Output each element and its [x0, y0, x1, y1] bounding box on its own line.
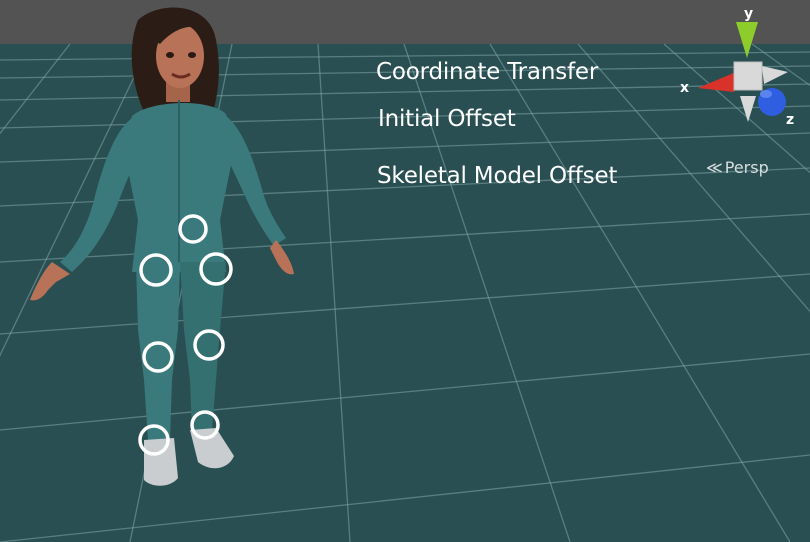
left-arm: [60, 118, 138, 272]
right-arm: [224, 116, 286, 246]
z-axis-label: z: [786, 112, 794, 128]
character-model[interactable]: [20, 0, 320, 542]
gizmo-center-cube-icon[interactable]: [733, 61, 763, 91]
y-axis-cone-icon[interactable]: [736, 22, 758, 58]
skeletal-model-offset-label: Skeletal Model Offset: [377, 163, 618, 189]
initial-offset-label: Initial Offset: [378, 106, 516, 132]
left-leg: [136, 262, 180, 440]
orientation-gizmo[interactable]: y x z: [670, 0, 810, 140]
x-axis-label: x: [680, 80, 689, 96]
scene-viewport[interactable]: Coordinate Transfer Initial Offset Skele…: [0, 0, 810, 542]
coordinate-transfer-label: Coordinate Transfer: [376, 59, 599, 85]
right-leg: [180, 262, 226, 432]
x-axis-cone-icon[interactable]: [698, 72, 736, 92]
perspective-chevron-icon: ≪: [706, 158, 723, 177]
perspective-toggle[interactable]: ≪ Persp: [706, 158, 769, 177]
left-shoe: [144, 438, 178, 486]
y-axis-label: y: [744, 6, 753, 22]
perspective-label: Persp: [724, 158, 769, 177]
